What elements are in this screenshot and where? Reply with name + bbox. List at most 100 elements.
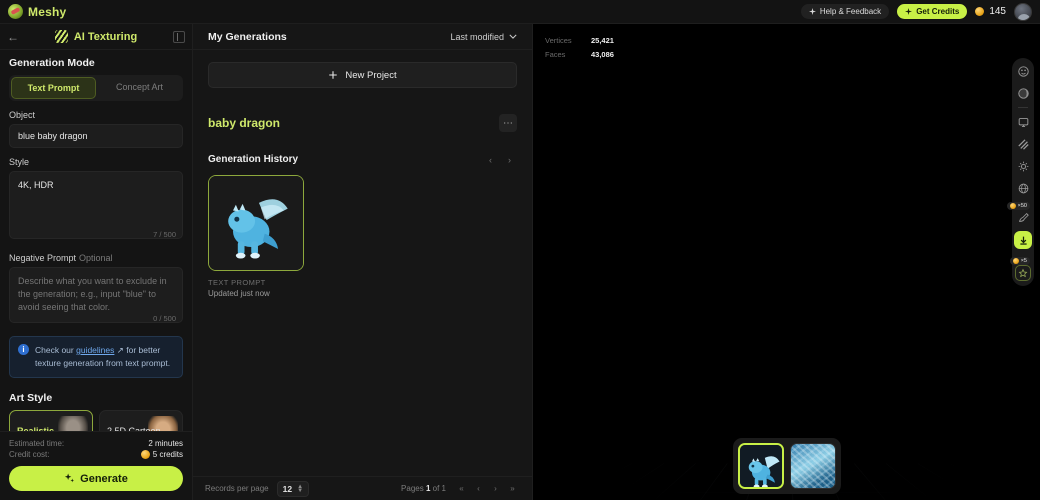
sort-dropdown[interactable]: Last modified	[450, 32, 517, 42]
viewport-3d[interactable]: Vertices 25,421 Faces 43,086 ×50 ×5	[533, 24, 1040, 500]
history-kind: TEXT PROMPT	[208, 278, 266, 287]
lighting-icon[interactable]	[1015, 158, 1031, 174]
history-header: Generation History ‹ ›	[208, 152, 517, 167]
dragon-thumb-image	[209, 176, 303, 270]
estimated-time-label: Estimated time:	[9, 439, 65, 448]
records-per-page-stepper[interactable]: 12 ▲ ▼	[276, 480, 310, 497]
star-badge-group: ×5	[1009, 257, 1031, 281]
avatar[interactable]	[1014, 2, 1032, 21]
style-counter: 7 / 500	[153, 230, 176, 239]
info-icon: i	[18, 344, 29, 355]
negative-prompt-counter: 0 / 500	[153, 314, 176, 323]
pager-prev[interactable]: ‹	[471, 481, 486, 496]
brand-name: Meshy	[28, 4, 67, 19]
pager-first[interactable]: «	[454, 481, 469, 496]
faces-label: Faces	[545, 49, 566, 59]
brand[interactable]: Meshy	[8, 4, 66, 19]
tab-concept-art[interactable]: Concept Art	[98, 77, 181, 99]
guidelines-prefix: Check our	[35, 345, 77, 355]
back-arrow-icon[interactable]: ←	[7, 30, 19, 44]
generations-header: My Generations Last modified	[193, 24, 532, 50]
model-preview-thumbnail[interactable]	[737, 443, 784, 489]
sidebar-content: Generation Mode Text Prompt Concept Art …	[0, 50, 192, 431]
credit-cost-value-wrap: 5 credits	[140, 450, 183, 459]
vertices-value: 25,421	[591, 36, 614, 45]
texture-map-thumbnail[interactable]	[789, 443, 836, 489]
wireframe-icon[interactable]	[1015, 180, 1031, 196]
body: ← AI Texturing Generation Mode Text Prom…	[0, 24, 1040, 500]
art-style-25d-cartoon[interactable]: 2.5D Cartoon	[99, 409, 183, 432]
top-bar-actions: Help & Feedback Get Credits 145	[800, 2, 1032, 21]
left-sidebar: ← AI Texturing Generation Mode Text Prom…	[0, 24, 193, 500]
star-credit-value: ×5	[1020, 258, 1027, 264]
negative-prompt-label: Negative Prompt Optional	[9, 253, 183, 263]
style-label: Style	[9, 157, 30, 167]
download-icon[interactable]	[1014, 231, 1032, 249]
mesh-stats: Vertices 25,421 Faces 43,086	[545, 34, 614, 62]
ellipsis-icon[interactable]: ⋯	[499, 114, 517, 132]
negative-prompt-field: 0 / 500	[9, 267, 183, 328]
sparkle-icon	[808, 8, 816, 15]
negative-prompt-optional: Optional	[79, 253, 113, 263]
history-title: Generation History	[208, 154, 299, 165]
top-bar: Meshy Help & Feedback Get Credits 145	[0, 0, 1040, 24]
model-thumb-image	[739, 445, 782, 487]
guidelines-text: Check our guidelines ↗ for better textur…	[35, 344, 174, 370]
project-name[interactable]: baby dragon	[208, 116, 280, 130]
get-credits-label: Get Credits	[916, 7, 960, 16]
art-style-grid: Realistic 2.5D Cartoon Japanese Cartoon	[9, 409, 183, 432]
style-field: 4K, HDR 7 / 500	[9, 171, 183, 244]
page-title: My Generations	[208, 30, 287, 43]
help-feedback-button[interactable]: Help & Feedback	[800, 4, 890, 19]
texture-icon[interactable]	[1015, 136, 1031, 152]
chevron-right-icon[interactable]: ›	[502, 152, 517, 167]
credits-balance[interactable]: 145	[975, 6, 1006, 17]
tab-text-prompt[interactable]: Text Prompt	[11, 77, 96, 99]
star-credit-badge: ×5	[1009, 257, 1030, 265]
generate-label: Generate	[80, 472, 128, 485]
star-badge-icon[interactable]	[1015, 265, 1031, 281]
records-per-page-value: 12	[282, 483, 293, 494]
records-per-page-label: Records per page	[205, 484, 269, 493]
object-input[interactable]	[9, 124, 183, 148]
art-style-realistic[interactable]: Realistic	[9, 409, 93, 431]
history-thumbnail[interactable]	[208, 175, 304, 271]
vertices-label: Vertices	[545, 36, 572, 45]
orbit-view-icon[interactable]	[1015, 63, 1031, 79]
art-style-thumb-realistic	[58, 415, 88, 431]
chevron-down-icon	[509, 34, 517, 39]
bolt-icon	[905, 8, 913, 15]
panel-collapse-icon[interactable]	[173, 30, 185, 43]
new-project-button[interactable]: New Project	[208, 62, 517, 88]
generate-button[interactable]: Generate	[9, 466, 183, 491]
page-info: Pages 1 of 1	[401, 484, 446, 493]
sidebar-header: ← AI Texturing	[0, 24, 192, 50]
style-input[interactable]: 4K, HDR	[9, 171, 183, 239]
display-icon[interactable]	[1015, 114, 1031, 130]
pages-current: 1	[425, 484, 431, 493]
history-meta: TEXT PROMPT Updated just now	[208, 278, 517, 298]
pager-next[interactable]: ›	[488, 481, 503, 496]
app-root: Meshy Help & Feedback Get Credits 145 ← …	[0, 0, 1040, 500]
pages-suffix: of 1	[432, 484, 446, 493]
sidebar-title: AI Texturing	[25, 30, 167, 43]
toolbar-separator	[1018, 107, 1028, 108]
history-nav: ‹ ›	[483, 152, 517, 167]
get-credits-button[interactable]: Get Credits	[897, 4, 968, 19]
guidelines-link[interactable]: guidelines	[76, 345, 114, 355]
material-sphere-icon[interactable]	[1015, 85, 1031, 101]
chevron-left-icon[interactable]: ‹	[483, 152, 498, 167]
estimated-time-value: 2 minutes	[148, 439, 183, 448]
art-style-label-25d: 2.5D Cartoon	[107, 425, 161, 432]
art-style-label: Art Style	[9, 391, 53, 404]
paint-brush-icon[interactable]	[1015, 209, 1031, 225]
generation-mode-tabs: Text Prompt Concept Art	[9, 75, 183, 101]
sparkles-icon	[65, 473, 75, 483]
pager-last[interactable]: »	[505, 481, 520, 496]
credit-cost-value: 5 credits	[152, 450, 183, 459]
guidelines-info-box: i Check our guidelines ↗ for better text…	[9, 336, 183, 378]
generations-body: New Project baby dragon ⋯ Generation His…	[193, 50, 532, 476]
generation-mode-label: Generation Mode	[9, 57, 95, 69]
new-project-label: New Project	[345, 69, 397, 81]
sidebar-footer: Estimated time: 2 minutes Credit cost: 5…	[0, 431, 192, 500]
